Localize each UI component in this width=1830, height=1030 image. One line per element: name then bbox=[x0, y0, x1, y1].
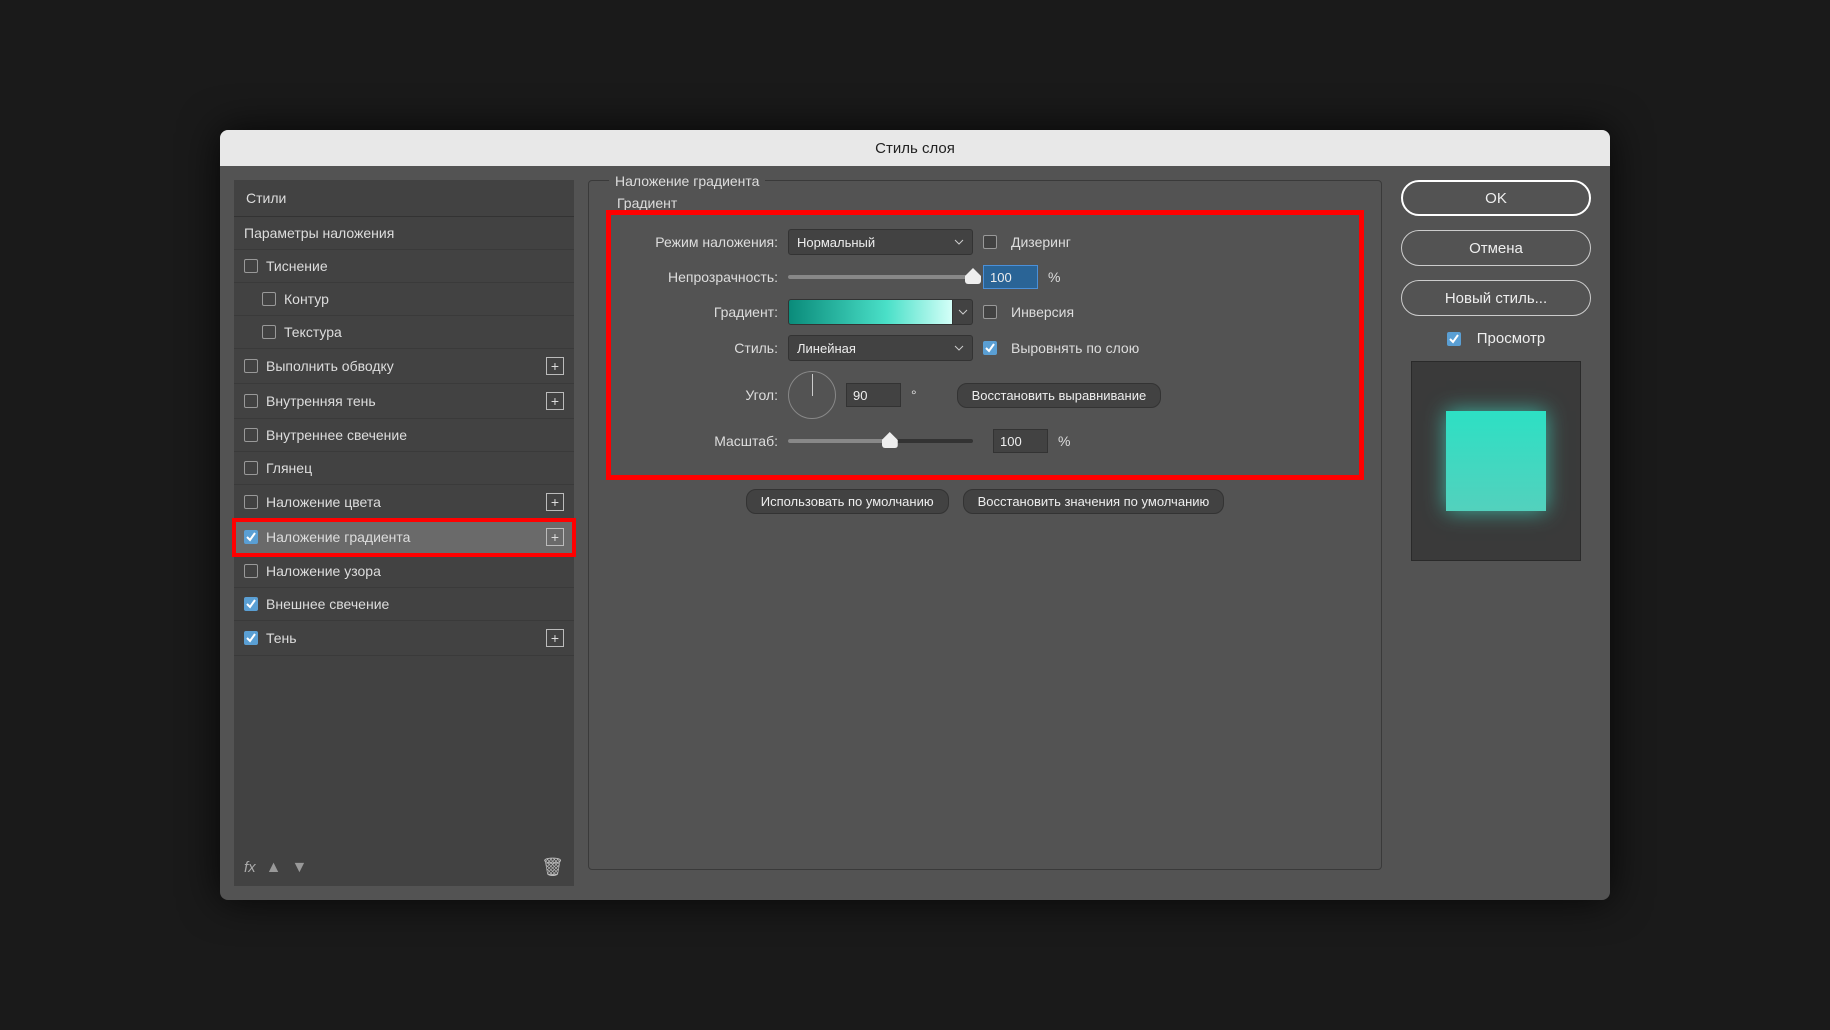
style-item-3[interactable]: Выполнить обводку + bbox=[234, 349, 574, 384]
style-label: Внутренняя тень bbox=[266, 393, 376, 409]
new-style-button[interactable]: Новый стиль... bbox=[1401, 280, 1591, 316]
right-column: OK Отмена Новый стиль... Просмотр bbox=[1396, 180, 1596, 886]
style-item-1[interactable]: Контур bbox=[234, 283, 574, 316]
style-value: Линейная bbox=[797, 341, 856, 356]
preview-swatch bbox=[1446, 411, 1546, 511]
blend-mode-label: Режим наложения: bbox=[623, 234, 778, 250]
preview-checkbox[interactable]: Просмотр bbox=[1447, 330, 1546, 347]
cancel-button[interactable]: Отмена bbox=[1401, 230, 1591, 266]
style-select[interactable]: Линейная bbox=[788, 335, 973, 361]
style-item-2[interactable]: Текстура bbox=[234, 316, 574, 349]
style-checkbox[interactable] bbox=[244, 631, 258, 645]
style-checkbox[interactable] bbox=[244, 495, 258, 509]
style-label: Внешнее свечение bbox=[266, 596, 389, 612]
blend-mode-value: Нормальный bbox=[797, 235, 875, 250]
opacity-unit: % bbox=[1048, 269, 1060, 285]
opacity-slider[interactable] bbox=[788, 275, 973, 279]
align-label: Выровнять по слою bbox=[1011, 340, 1139, 356]
style-label: Наложение узора bbox=[266, 563, 381, 579]
blend-mode-select[interactable]: Нормальный bbox=[788, 229, 973, 255]
panel-subtitle: Градиент bbox=[617, 195, 1361, 211]
style-item-0[interactable]: Тиснение bbox=[234, 250, 574, 283]
add-effect-icon[interactable]: + bbox=[546, 493, 564, 511]
style-label: Наложение градиента bbox=[266, 529, 410, 545]
style-label: Глянец bbox=[266, 460, 312, 476]
ok-button[interactable]: OK bbox=[1401, 180, 1591, 216]
move-up-icon[interactable]: ▲ bbox=[266, 859, 282, 877]
center-panel: Наложение градиента Градиент Режим налож… bbox=[588, 180, 1382, 886]
style-label: Стиль: bbox=[623, 340, 778, 356]
add-effect-icon[interactable]: + bbox=[546, 357, 564, 375]
dialog-title: Стиль слоя bbox=[875, 140, 955, 157]
add-effect-icon[interactable]: + bbox=[546, 629, 564, 647]
style-checkbox[interactable] bbox=[244, 259, 258, 273]
blending-label: Параметры наложения bbox=[244, 225, 394, 241]
reset-align-button[interactable]: Восстановить выравнивание bbox=[957, 383, 1162, 408]
opacity-label: Непрозрачность: bbox=[623, 269, 778, 285]
trash-icon[interactable]: 🗑 bbox=[541, 857, 564, 878]
style-label: Контур bbox=[284, 291, 329, 307]
style-checkbox[interactable] bbox=[262, 325, 276, 339]
dither-label: Дизеринг bbox=[1011, 234, 1071, 250]
style-checkbox[interactable] bbox=[244, 530, 258, 544]
style-item-6[interactable]: Глянец bbox=[234, 452, 574, 485]
angle-input[interactable] bbox=[846, 383, 901, 407]
style-item-8[interactable]: Наложение градиента + bbox=[234, 520, 574, 555]
chevron-down-icon bbox=[954, 237, 964, 247]
styles-sidebar: Стили Параметры наложения Тиснение Контур… bbox=[234, 180, 574, 886]
make-default-button[interactable]: Использовать по умолчанию bbox=[746, 489, 949, 514]
style-item-4[interactable]: Внутренняя тень + bbox=[234, 384, 574, 419]
dither-checkbox[interactable]: Дизеринг bbox=[983, 234, 1071, 250]
scale-unit: % bbox=[1058, 433, 1070, 449]
style-checkbox[interactable] bbox=[244, 359, 258, 373]
panel-title: Наложение градиента bbox=[609, 173, 765, 189]
style-checkbox[interactable] bbox=[244, 461, 258, 475]
angle-label: Угол: bbox=[623, 387, 778, 403]
gradient-swatch[interactable] bbox=[788, 299, 953, 325]
gradient-form: Режим наложения: Нормальный Дизеринг Неп… bbox=[609, 213, 1361, 477]
angle-dial[interactable] bbox=[788, 371, 836, 419]
style-checkbox[interactable] bbox=[244, 564, 258, 578]
style-checkbox[interactable] bbox=[262, 292, 276, 306]
style-item-10[interactable]: Внешнее свечение bbox=[234, 588, 574, 621]
style-item-5[interactable]: Внутреннее свечение bbox=[234, 419, 574, 452]
style-checkbox[interactable] bbox=[244, 394, 258, 408]
reset-default-button[interactable]: Восстановить значения по умолчанию bbox=[963, 489, 1225, 514]
align-checkbox[interactable]: Выровнять по слою bbox=[983, 340, 1139, 356]
reverse-label: Инверсия bbox=[1011, 304, 1074, 320]
style-item-9[interactable]: Наложение узора bbox=[234, 555, 574, 588]
move-down-icon[interactable]: ▼ bbox=[292, 859, 308, 877]
scale-slider[interactable] bbox=[788, 439, 973, 443]
style-list: Тиснение Контур Текстура Выполнить обводку +… bbox=[234, 250, 574, 849]
chevron-down-icon bbox=[958, 307, 968, 317]
scale-input[interactable] bbox=[993, 429, 1048, 453]
titlebar: Стиль слоя bbox=[220, 130, 1610, 166]
style-label: Наложение цвета bbox=[266, 494, 381, 510]
style-item-11[interactable]: Тень + bbox=[234, 621, 574, 656]
blending-options[interactable]: Параметры наложения bbox=[234, 217, 574, 250]
sidebar-header: Стили bbox=[234, 180, 574, 217]
style-checkbox[interactable] bbox=[244, 597, 258, 611]
reverse-checkbox[interactable]: Инверсия bbox=[983, 304, 1074, 320]
add-effect-icon[interactable]: + bbox=[546, 528, 564, 546]
sidebar-footer: fx ▲ ▼ 🗑 bbox=[234, 849, 574, 886]
chevron-down-icon bbox=[954, 343, 964, 353]
add-effect-icon[interactable]: + bbox=[546, 392, 564, 410]
style-label: Внутреннее свечение bbox=[266, 427, 407, 443]
gradient-dropdown[interactable] bbox=[953, 299, 973, 325]
angle-unit: ° bbox=[911, 387, 917, 403]
scale-label: Масштаб: bbox=[623, 433, 778, 449]
style-checkbox[interactable] bbox=[244, 428, 258, 442]
style-label: Текстура bbox=[284, 324, 342, 340]
style-label: Выполнить обводку bbox=[266, 358, 394, 374]
style-label: Тиснение bbox=[266, 258, 328, 274]
opacity-input[interactable] bbox=[983, 265, 1038, 289]
style-item-7[interactable]: Наложение цвета + bbox=[234, 485, 574, 520]
layer-style-dialog: Стиль слоя Стили Параметры наложения Тис… bbox=[220, 130, 1610, 900]
gradient-label: Градиент: bbox=[623, 304, 778, 320]
style-label: Тень bbox=[266, 630, 297, 646]
preview-label: Просмотр bbox=[1477, 330, 1546, 347]
fx-label[interactable]: fx bbox=[244, 859, 256, 876]
preview-box bbox=[1411, 361, 1581, 561]
